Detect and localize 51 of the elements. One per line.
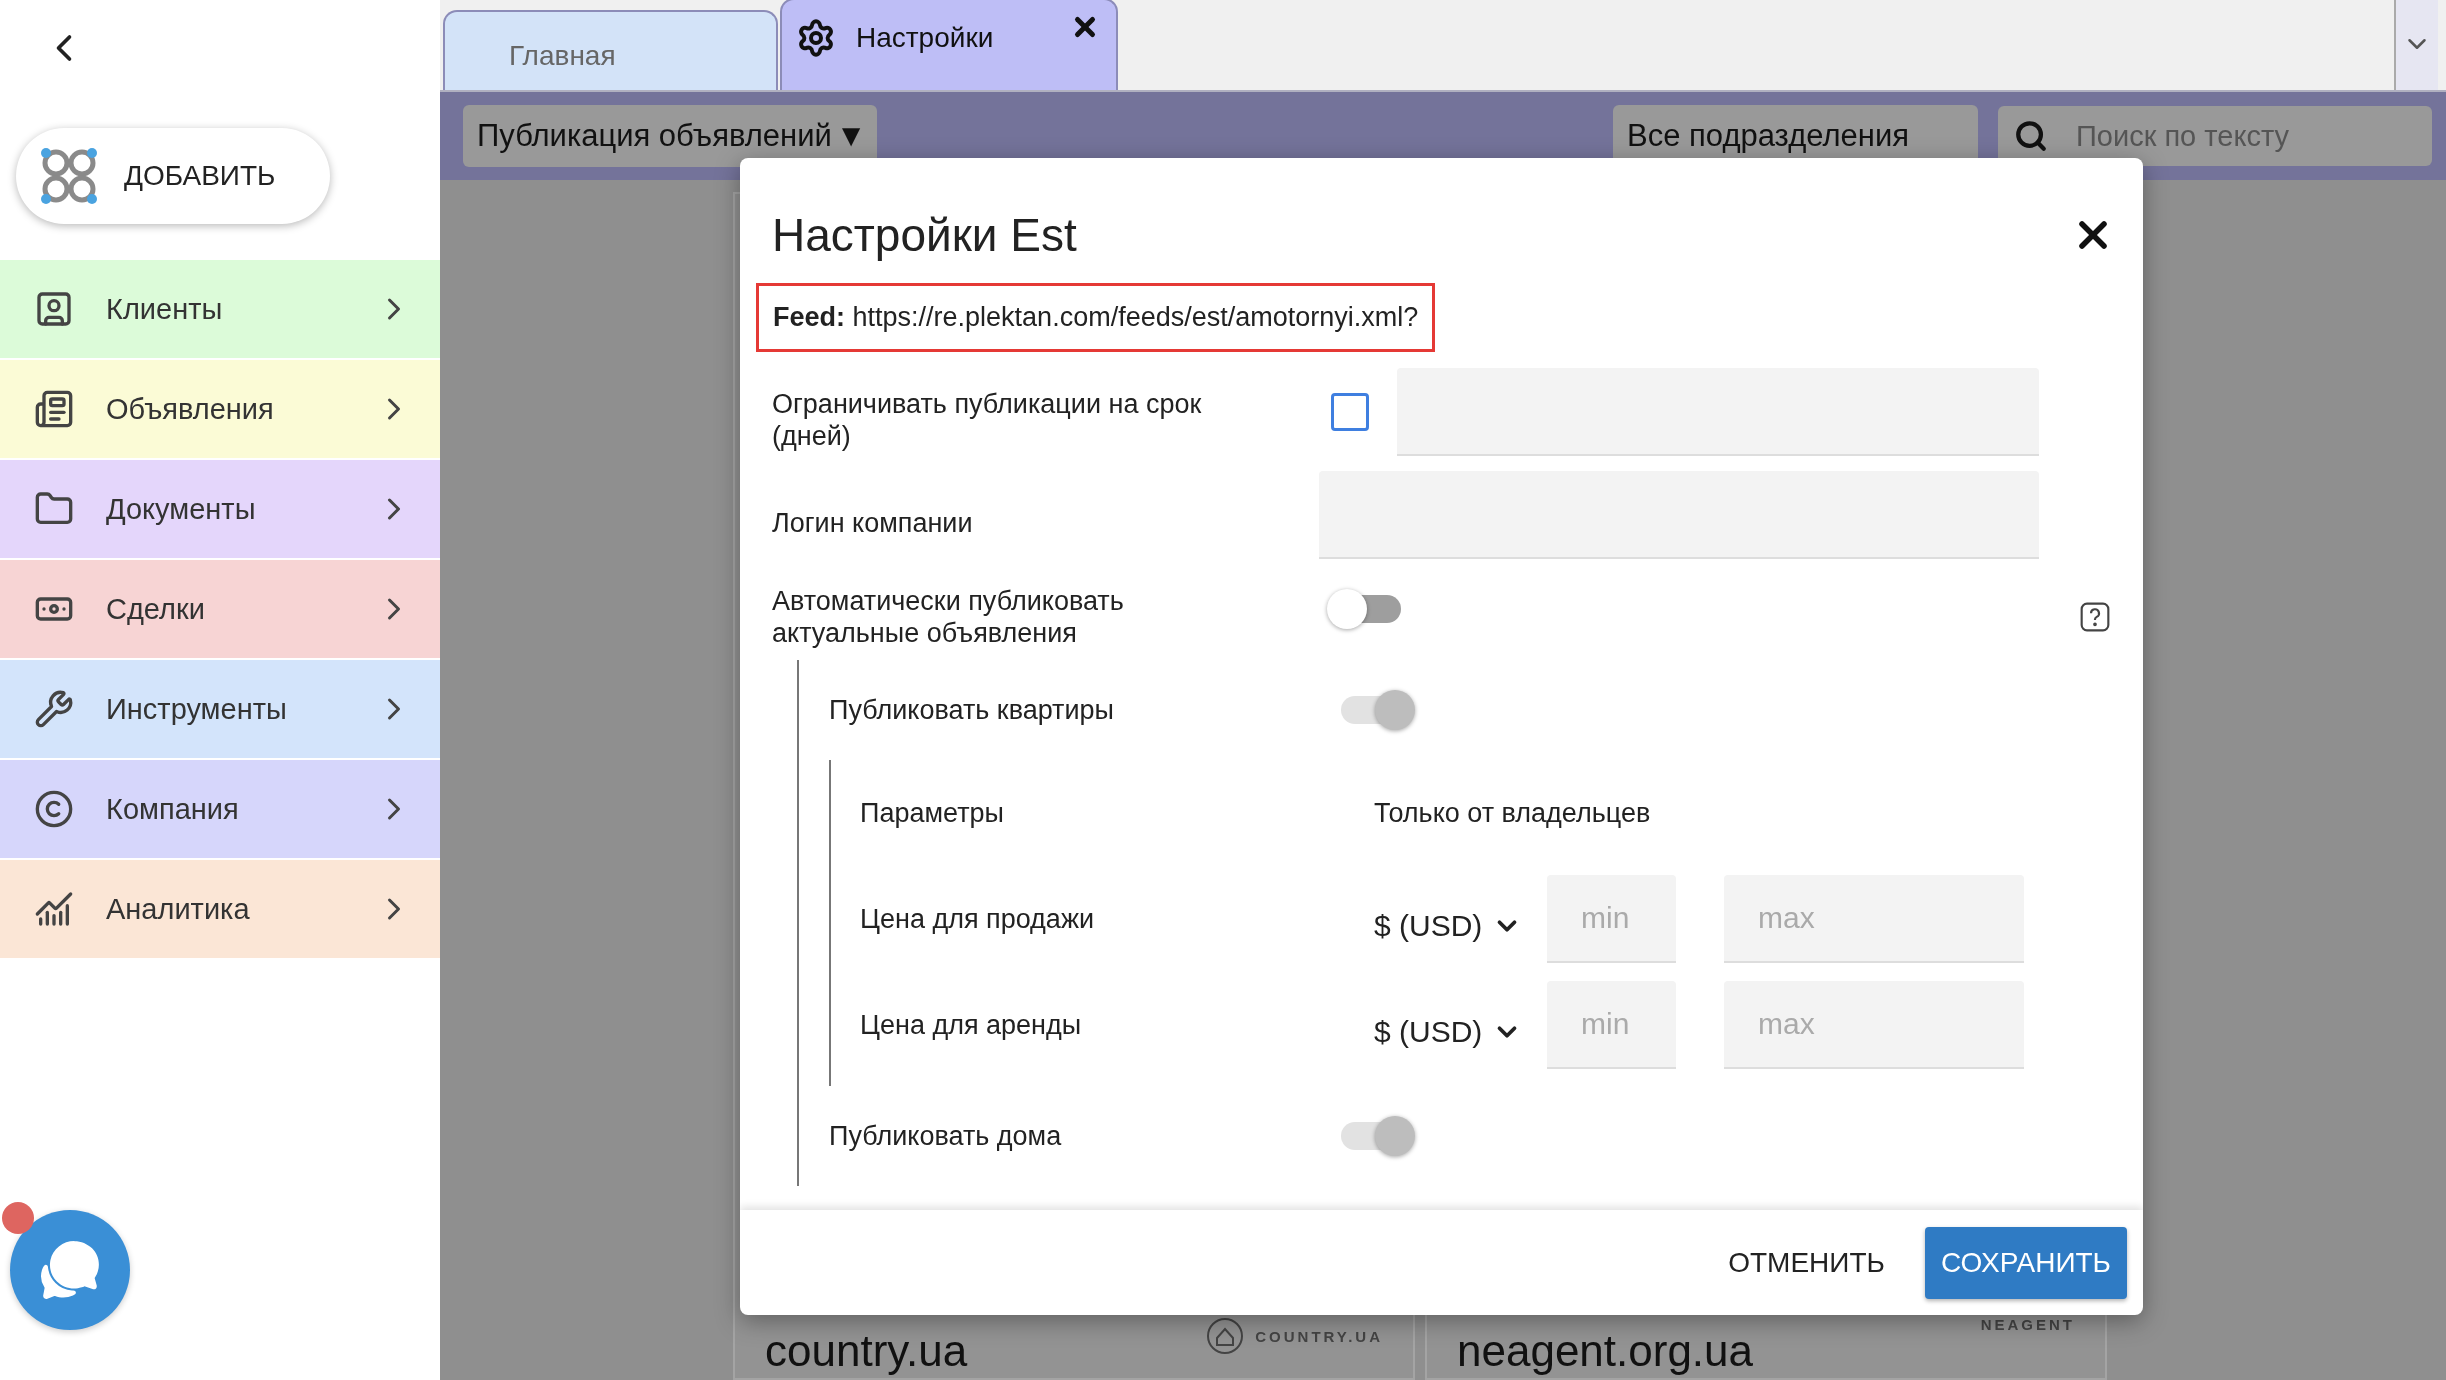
checkbox[interactable]	[1331, 393, 1369, 431]
field-label: Параметры	[860, 797, 1005, 829]
tabs-menu-button[interactable]	[2394, 0, 2438, 90]
settings-icon	[796, 18, 836, 58]
field-label: Логин компании	[772, 507, 974, 539]
feed-url-text: Feed: https://re.plektan.com/feeds/est/amotornyi.xml?	[756, 283, 1436, 352]
site-logo-text: NEAGENT	[1980, 1316, 2075, 1333]
wrench-icon	[34, 689, 74, 729]
contact-card-icon	[34, 289, 74, 329]
sidebar-item-label: Компания	[106, 792, 240, 826]
sidebar-item[interactable]: Инструменты	[0, 660, 440, 758]
tab[interactable]: Главная	[443, 10, 778, 90]
section-select[interactable]: Публикация объявлений▼	[463, 105, 877, 167]
search-field[interactable]: Поиск по тексту	[1998, 106, 2432, 166]
field-value: Только от владельцев	[1374, 797, 1652, 829]
help-icon[interactable]	[2079, 601, 2111, 633]
site-title: country.ua	[765, 1326, 968, 1376]
sidebar-item-label: Клиенты	[106, 292, 224, 326]
sidebar-item-label: Сделки	[106, 592, 206, 626]
sidebar-item-label: Аналитика	[106, 892, 251, 926]
chart-icon	[34, 889, 74, 929]
sidebar-item-label: Объявления	[106, 392, 275, 426]
section-label: Публиковать квартиры	[829, 694, 1115, 726]
cancel-button[interactable]: ОТМЕНИТЬ	[1708, 1226, 1905, 1299]
section-label: Публиковать дома	[829, 1120, 1063, 1152]
field-label: Ограничивать публикации на срок (дней)	[772, 388, 1203, 452]
field-label: Цена для аренды	[860, 1009, 1083, 1041]
sidebar-item[interactable]: Компания	[0, 760, 440, 858]
dialog-title: Настройки Est	[772, 207, 1077, 262]
tab[interactable]: Настройки	[780, 0, 1118, 90]
search-icon	[2014, 119, 2048, 153]
logo-icon	[38, 145, 100, 207]
field-label: Автоматически публиковать актуальные объявления	[772, 585, 1125, 649]
field-label: Цена для продажи	[860, 903, 1096, 935]
sidebar-item[interactable]: Клиенты	[0, 260, 440, 358]
house-logo-icon	[1205, 1316, 1246, 1356]
site-logo-text: COUNTRY.UA	[1255, 1327, 1383, 1345]
sidebar-item-label: Инструменты	[106, 692, 288, 726]
sidebar-item[interactable]: Аналитика	[0, 860, 440, 958]
input-field[interactable]	[1319, 471, 2039, 559]
chat-button[interactable]	[10, 1210, 130, 1330]
copyright-icon	[34, 789, 74, 829]
input-field[interactable]	[1397, 368, 2039, 456]
add-button[interactable]: ДОБАВИТЬ	[16, 128, 330, 224]
newspaper-icon	[34, 389, 74, 429]
sidebar-item[interactable]: Документы	[0, 460, 440, 558]
sidebar-item[interactable]: Сделки	[0, 560, 440, 658]
save-button[interactable]: СОХРАНИТЬ	[1924, 1226, 2127, 1299]
sidebar-item-label: Документы	[106, 492, 257, 526]
sidebar-item[interactable]: Объявления	[0, 360, 440, 458]
site-title: neagent.org.ua	[1457, 1326, 1754, 1376]
